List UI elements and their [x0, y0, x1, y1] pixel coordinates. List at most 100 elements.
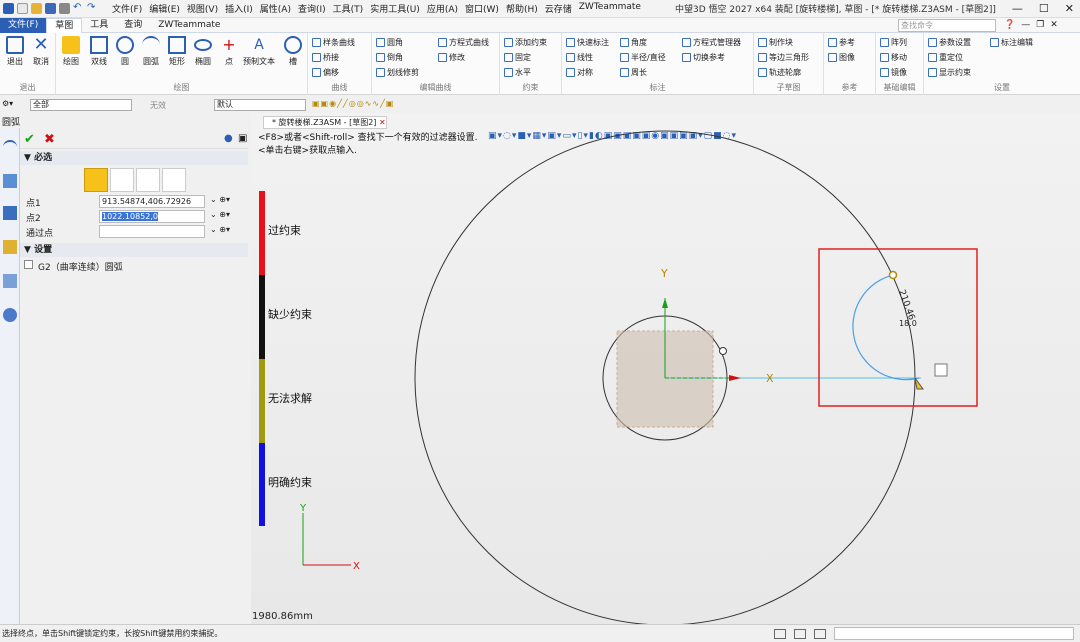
grid-toggle-icon[interactable]	[774, 629, 786, 639]
toggle-reference-button[interactable]: 切换参考	[682, 52, 725, 63]
add-constraint-button[interactable]: 添加约束	[504, 37, 547, 48]
arc-start-point[interactable]	[888, 270, 898, 280]
open-file-icon[interactable]	[31, 3, 42, 14]
quick-dimension-button[interactable]: 快速标注	[566, 37, 609, 48]
point1-input[interactable]: 913.54874,406.72926	[99, 195, 205, 208]
menu-item-tools[interactable]: 工具(T)	[333, 2, 364, 15]
point-button[interactable]: + 点	[216, 36, 242, 67]
arc-button[interactable]: 圆弧	[138, 36, 164, 67]
bridge-button[interactable]: 桥接	[312, 52, 339, 63]
tab-query[interactable]: 查询	[116, 18, 150, 33]
filter-dropdown[interactable]: 全部	[30, 99, 132, 111]
print-icon[interactable]	[59, 3, 70, 14]
tab-file[interactable]: 文件(F)	[0, 17, 47, 33]
undo-icon[interactable]: ↶	[73, 3, 84, 14]
close-icon[interactable]: ✕	[1050, 20, 1058, 30]
cancel-icon[interactable]: ✖	[44, 132, 55, 147]
menu-item-window[interactable]: 窗口(W)	[465, 2, 499, 15]
radius-diameter-button[interactable]: 半径/直径	[620, 52, 666, 63]
menu-item-properties[interactable]: 属性(A)	[260, 2, 291, 15]
double-line-button[interactable]: 双线	[86, 36, 112, 67]
symmetric-button[interactable]: 对称	[566, 67, 593, 78]
through-point-input[interactable]	[99, 225, 205, 238]
command-line-input[interactable]	[834, 627, 1074, 640]
settings-section-header[interactable]: ▼ 设置	[20, 243, 248, 257]
menu-item-teammate[interactable]: ZWTeammate	[579, 2, 641, 15]
draw-button[interactable]: 绘图	[58, 36, 84, 67]
layout-toggle-icon[interactable]	[814, 629, 826, 639]
restore-icon[interactable]: ❐	[1036, 20, 1044, 30]
fillet-button[interactable]: 圆角	[376, 37, 403, 48]
menu-item-utilities[interactable]: 实用工具(U)	[370, 2, 420, 15]
tab-sketch[interactable]: 草图	[46, 17, 83, 33]
rectangle-button[interactable]: 矩形	[164, 36, 190, 67]
minimize-icon[interactable]: —	[1021, 20, 1030, 30]
reposition-button[interactable]: 重定位	[928, 52, 963, 63]
circle-button[interactable]: 圆	[112, 36, 138, 67]
minimize-icon[interactable]: —	[1012, 2, 1023, 15]
angle-button[interactable]: 角度	[620, 37, 647, 48]
redo-icon[interactable]: ↷	[87, 3, 98, 14]
confirm-icon[interactable]: ✔	[24, 132, 35, 147]
snap-toolbar[interactable]: ▣▣◉╱╱◎◎∿∿╱▣	[312, 99, 394, 108]
slot-button[interactable]: 槽	[280, 36, 306, 67]
arc-tangent-mode-icon[interactable]	[162, 168, 186, 192]
arc-three-point-mode-icon[interactable]	[84, 168, 108, 192]
ellipse-button[interactable]: 椭圆	[190, 36, 216, 67]
offset-button[interactable]: 偏移	[312, 67, 339, 78]
move-button[interactable]: 移动	[880, 52, 907, 63]
show-constraints-button[interactable]: 显示约束	[928, 67, 971, 78]
equation-curve-button[interactable]: 方程式曲线	[438, 37, 489, 48]
image-button[interactable]: 图像	[828, 52, 855, 63]
filter-icon[interactable]: ⚙▾	[2, 99, 13, 108]
arc-endpoint-mode-icon[interactable]	[136, 168, 160, 192]
menu-item-insert[interactable]: 插入(I)	[225, 2, 253, 15]
display-toggle-icon[interactable]	[794, 629, 806, 639]
help-icon[interactable]: ❓	[1004, 20, 1015, 30]
reference-button[interactable]: 参考	[828, 37, 855, 48]
default-dropdown[interactable]: 默认	[214, 99, 306, 111]
horizontal-button[interactable]: 水平	[504, 67, 531, 78]
chamfer-button[interactable]: 倒角	[376, 52, 403, 63]
equation-manager-button[interactable]: 方程式管理器	[682, 37, 741, 48]
required-section-header[interactable]: ▼ 必选	[20, 151, 248, 165]
modify-button[interactable]: 修改	[438, 52, 465, 63]
trim-button[interactable]: 划线修剪	[376, 67, 419, 78]
array-button[interactable]: 阵列	[880, 37, 907, 48]
tab-teammate[interactable]: ZWTeammate	[150, 18, 228, 33]
exit-button[interactable]: 退出	[2, 36, 28, 67]
dimension-edit-button[interactable]: 标注编辑	[990, 37, 1033, 48]
menu-item-file[interactable]: 文件(F)	[112, 2, 142, 15]
dimension-value[interactable]: 210.46	[896, 289, 916, 322]
maximize-icon[interactable]: ☐	[1039, 2, 1049, 15]
sketch-drawing[interactable]: X Y 210.46 18.0 Y X	[251, 113, 1080, 624]
perimeter-button[interactable]: 周长	[620, 67, 647, 78]
parameter-settings-button[interactable]: 参数设置	[928, 37, 971, 48]
close-icon[interactable]: ✕	[1065, 2, 1074, 15]
menu-item-apps[interactable]: 应用(A)	[427, 2, 458, 15]
command-search-input[interactable]: 查找命令	[898, 19, 996, 32]
menu-item-cloud[interactable]: 云存储	[545, 2, 572, 15]
equilateral-triangle-button[interactable]: 等边三角形	[758, 52, 809, 63]
pin-icon[interactable]: ●	[224, 133, 233, 144]
menu-item-edit[interactable]: 编辑(E)	[149, 2, 180, 15]
dimension-small[interactable]: 18.0	[899, 319, 917, 328]
save-icon[interactable]	[45, 3, 56, 14]
point1-options-icon[interactable]: ⌄ ⊕▾	[210, 195, 230, 204]
point2-input[interactable]: 1022.10852,0	[99, 210, 205, 223]
track-profile-button[interactable]: 轨迹轮廓	[758, 67, 801, 78]
make-block-button[interactable]: 制作块	[758, 37, 793, 48]
menu-item-query[interactable]: 查询(I)	[298, 2, 326, 15]
arc-center-mode-icon[interactable]	[110, 168, 134, 192]
new-file-icon[interactable]	[17, 3, 28, 14]
menu-item-help[interactable]: 帮助(H)	[506, 2, 538, 15]
options-icon[interactable]: ▣	[238, 133, 247, 144]
point2-options-icon[interactable]: ⌄ ⊕▾	[210, 210, 230, 219]
through-point-options-icon[interactable]: ⌄ ⊕▾	[210, 225, 230, 234]
fix-button[interactable]: 固定	[504, 52, 531, 63]
linear-button[interactable]: 线性	[566, 52, 593, 63]
preset-text-button[interactable]: A 预制文本	[242, 36, 276, 67]
cancel-button[interactable]: ✕ 取消	[28, 36, 54, 67]
menu-item-view[interactable]: 视图(V)	[187, 2, 218, 15]
mirror-button[interactable]: 镜像	[880, 67, 907, 78]
